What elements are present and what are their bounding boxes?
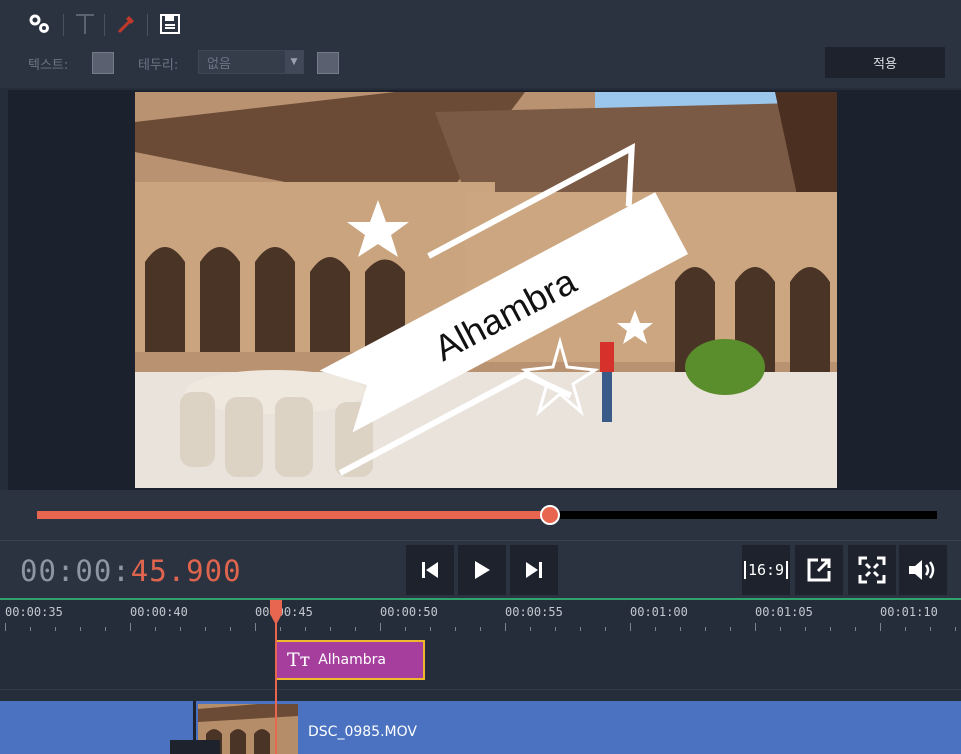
playhead-handle[interactable] xyxy=(269,600,283,626)
video-clip-label: DSC_0985.MOV xyxy=(308,724,417,740)
ruler-label: 00:00:50 xyxy=(380,605,438,619)
ruler-tick xyxy=(580,627,581,631)
timecode-prefix: 00:00: xyxy=(20,554,131,588)
ruler-tick xyxy=(80,627,81,631)
ruler-tick xyxy=(205,627,206,631)
volume-icon xyxy=(909,560,935,580)
ruler-tick xyxy=(955,627,956,631)
ruler-tick xyxy=(880,623,881,631)
ruler-tick xyxy=(530,627,531,631)
ruler-tick xyxy=(330,627,331,631)
toolbar-divider xyxy=(147,14,148,36)
eyedropper-icon[interactable] xyxy=(111,8,141,40)
ruler-tick xyxy=(305,627,306,631)
popout-button[interactable] xyxy=(795,545,843,595)
ruler-tick xyxy=(355,627,356,631)
ruler-tick xyxy=(130,623,131,631)
ruler-label: 00:00:55 xyxy=(505,605,563,619)
border-color-swatch[interactable] xyxy=(317,52,339,74)
ruler-tick xyxy=(855,627,856,631)
ruler-label: 00:00:35 xyxy=(5,605,63,619)
save-icon[interactable] xyxy=(155,8,185,40)
ruler-tick xyxy=(230,627,231,631)
skip-forward-icon xyxy=(526,562,542,578)
aspect-ratio-label: 16:9 xyxy=(743,561,789,579)
toolbar-divider xyxy=(104,14,105,36)
ruler-tick xyxy=(480,627,481,631)
timecode-value: 45.900 xyxy=(130,554,242,588)
text-icon[interactable] xyxy=(70,8,100,40)
video-track xyxy=(0,701,961,754)
ruler-label: 00:01:00 xyxy=(630,605,688,619)
toolbar-divider xyxy=(63,14,64,36)
text-clip-label: Alhambra xyxy=(318,652,386,668)
ruler-tick xyxy=(830,627,831,631)
ruler-tick xyxy=(780,627,781,631)
title-editor-toolbar xyxy=(0,0,961,88)
aspect-ratio-button[interactable]: 16:9 xyxy=(742,545,790,595)
ruler-tick xyxy=(680,627,681,631)
ruler-tick xyxy=(5,623,6,631)
text-color-label: 텍스트: xyxy=(28,58,69,73)
ruler-tick xyxy=(905,627,906,631)
preview-scene-image: Alhambra xyxy=(135,92,837,488)
ruler-tick xyxy=(930,627,931,631)
fullscreen-button[interactable] xyxy=(848,545,896,595)
ruler-tick xyxy=(455,627,456,631)
seek-handle[interactable] xyxy=(540,505,560,525)
transition-marker[interactable] xyxy=(170,740,220,754)
text-clip[interactable]: Tт Alhambra xyxy=(275,640,425,680)
text-color-swatch[interactable] xyxy=(92,52,114,74)
ruler-tick xyxy=(255,623,256,631)
play-button[interactable] xyxy=(458,545,506,595)
ruler-tick xyxy=(405,627,406,631)
playhead[interactable] xyxy=(275,618,277,754)
seek-progress xyxy=(37,511,550,519)
ruler-tick xyxy=(30,627,31,631)
ruler-tick xyxy=(655,627,656,631)
skip-back-icon xyxy=(422,562,438,578)
border-select[interactable]: 없음 ▼ xyxy=(198,50,304,74)
ruler-tick xyxy=(155,627,156,631)
border-label: 테두리: xyxy=(138,58,179,73)
ruler-tick xyxy=(555,627,556,631)
settings-icon[interactable] xyxy=(24,8,54,40)
popout-icon xyxy=(807,558,831,582)
ruler-label: 00:01:10 xyxy=(880,605,938,619)
ruler-tick xyxy=(180,627,181,631)
ruler-tick xyxy=(805,627,806,631)
ruler-tick xyxy=(55,627,56,631)
video-preview: Alhambra xyxy=(135,92,837,488)
fullscreen-icon xyxy=(858,556,886,584)
apply-button[interactable]: 적용 xyxy=(825,47,945,78)
ruler-label: 00:00:45 xyxy=(255,605,313,619)
skip-back-button[interactable] xyxy=(406,545,454,595)
ruler-tick xyxy=(605,627,606,631)
play-icon xyxy=(475,561,490,579)
ruler-tick xyxy=(755,623,756,631)
border-select-value: 없음 xyxy=(207,57,231,72)
timeline-ruler[interactable]: 00:00:35 00:00:40 00:00:45 00:00:50 00:0… xyxy=(0,598,961,632)
ruler-tick xyxy=(730,627,731,631)
ruler-label: 00:00:40 xyxy=(130,605,188,619)
ruler-tick xyxy=(630,623,631,631)
ruler-tick xyxy=(105,627,106,631)
text-track xyxy=(0,632,961,690)
ruler-tick xyxy=(705,627,706,631)
text-clip-icon: Tт xyxy=(287,649,311,671)
volume-button[interactable] xyxy=(899,545,947,595)
chevron-down-icon: ▼ xyxy=(285,51,303,73)
skip-forward-button[interactable] xyxy=(510,545,558,595)
ruler-tick xyxy=(430,627,431,631)
ruler-tick xyxy=(505,623,506,631)
ruler-label: 00:01:05 xyxy=(755,605,813,619)
timecode-display: 00:00:45.900 xyxy=(20,554,242,588)
ruler-tick xyxy=(280,627,281,631)
ruler-tick xyxy=(380,623,381,631)
